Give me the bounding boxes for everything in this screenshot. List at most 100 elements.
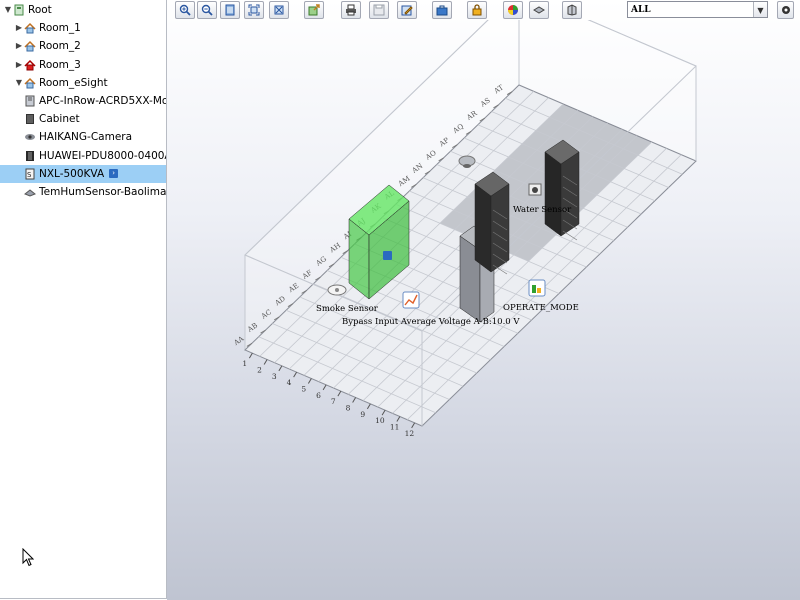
toolbox-icon (436, 5, 448, 16)
fit-view-icon (248, 4, 260, 16)
toolbox-button[interactable] (432, 1, 452, 19)
column-label: 12 (405, 429, 415, 438)
tree-item-temhumsensor-baolima-ws[interactable]: TemHumSensor-Baolima-WS (0, 183, 166, 201)
tree-item-label: Room_eSight (39, 76, 108, 89)
device-tree[interactable]: ▼ Root ▶ Room_1 ▶ Room_2 ▶ Room_3 ▼ Room_eSight AP… (0, 0, 167, 599)
column-tick (396, 416, 401, 422)
tree-item-label: Room_1 (39, 22, 81, 35)
column-label: 7 (331, 397, 336, 406)
save-icon (373, 4, 385, 16)
collapse-toggle-icon[interactable]: ▼ (14, 78, 24, 88)
tree-item-room-2[interactable]: ▶ Room_2 (0, 37, 166, 55)
edit-icon (401, 5, 413, 16)
tree-item-room-1[interactable]: ▶ Room_1 (0, 19, 166, 37)
row-label: AA (232, 334, 246, 347)
tree-item-label: Root (28, 4, 52, 16)
root-icon (14, 4, 24, 16)
camera-icon (25, 134, 35, 141)
detail-arrow-icon[interactable]: › (109, 169, 119, 179)
mouse-cursor-icon (22, 548, 34, 567)
tree-item-haikang-camera[interactable]: HAIKANG-Camera (0, 128, 166, 146)
floor-select-value: ALL (631, 4, 651, 15)
selection-detail-badge-icon[interactable] (383, 251, 392, 260)
tree-item-room-3[interactable]: ▶ Room_3 (0, 56, 166, 74)
dark-cabinet-right[interactable] (544, 139, 580, 237)
zoom-in-button[interactable] (175, 1, 195, 19)
tree-item-apc-inrow-acrd5xx-modb[interactable]: APC-InRow-ACRD5XX-Modb (0, 92, 166, 110)
collapse-toggle-icon[interactable]: ▼ (3, 5, 13, 15)
column-tick (337, 390, 342, 397)
water-sensor-label: Water Sensor (513, 205, 572, 215)
column-tick (411, 422, 416, 429)
expand-toggle-icon[interactable]: ▶ (14, 41, 24, 51)
voltage-chart-icon[interactable] (402, 291, 420, 309)
print-icon (346, 4, 356, 16)
room-alarm-icon (24, 59, 36, 71)
export-icon (308, 4, 320, 16)
pin-button[interactable] (777, 1, 794, 19)
box-front (560, 151, 580, 237)
tree-item-label: TemHumSensor-Baolima-WS (39, 186, 166, 198)
operate-mode-bar (532, 285, 536, 293)
tree-item-label: HUAWEI-PDU8000-0400ACV (39, 149, 166, 162)
edit-button[interactable] (397, 1, 417, 19)
column-label: 3 (272, 372, 277, 381)
tree-item-root[interactable]: ▼ Root (0, 1, 166, 19)
operate-mode-bar (537, 288, 541, 293)
ac-unit-icon (25, 95, 35, 107)
room-icon (24, 23, 36, 34)
pin-icon (781, 6, 790, 14)
dark-cabinet-left[interactable] (474, 171, 510, 273)
tree-item-label: NXL-500KVA (39, 167, 105, 180)
save-button[interactable] (369, 1, 389, 19)
floor-select[interactable]: ALL ▼ (627, 1, 768, 18)
camera-lens (463, 164, 471, 168)
column-tick (352, 397, 357, 403)
tree-item-nxl-500kva[interactable]: S NXL-500KVA › (0, 164, 166, 183)
lock-button[interactable] (467, 1, 487, 19)
tree-item-label: Room_3 (39, 58, 81, 71)
tree-item-label: HAIKANG-Camera (39, 131, 133, 144)
column-label: 9 (360, 410, 365, 419)
column-tick (278, 365, 283, 372)
front-view-button[interactable] (220, 1, 240, 19)
column-tick (322, 384, 327, 391)
room-3d-scene[interactable]: AAABACADAEAFAGAHAIAJAKALAMANAOAPAQARASAT… (167, 20, 800, 600)
smoke-sensor-label: Smoke Sensor (316, 304, 379, 314)
chevron-down-icon[interactable]: ▼ (753, 2, 767, 17)
3d-view-panel[interactable]: ALL ▼ AAABACADAEAFAGAHAIAJAKALAMANAOAPAQA… (167, 0, 800, 600)
reset-view-icon (274, 5, 284, 15)
zoom-out-button[interactable] (197, 1, 217, 19)
reset-view-button[interactable] (269, 1, 289, 19)
export-button[interactable] (304, 1, 324, 19)
operate-mode-label: OPERATE_MODE (503, 303, 579, 313)
column-label: 11 (390, 423, 400, 432)
sensor-icon (24, 189, 36, 197)
fit-view-button[interactable] (244, 1, 264, 19)
pdu-icon (26, 150, 34, 161)
color-button[interactable] (503, 1, 523, 19)
water-sensor-dot (532, 187, 538, 193)
expand-toggle-icon[interactable]: ▶ (14, 60, 24, 70)
expand-toggle-icon[interactable]: ▶ (14, 23, 24, 33)
tree-item-label: APC-InRow-ACRD5XX-Modb (39, 95, 166, 107)
ups-icon: S (25, 168, 35, 180)
column-tick (293, 371, 298, 378)
cabinet-icon (26, 114, 34, 125)
box-side (474, 183, 492, 273)
column-label: 6 (316, 391, 321, 400)
wall-view-button[interactable] (562, 1, 582, 19)
column-label: 10 (375, 416, 385, 425)
tree-item-cabinet[interactable]: Cabinet (0, 110, 166, 128)
smoke-sensor-dot (335, 288, 339, 292)
room-icon (24, 41, 36, 52)
column-tick (263, 359, 268, 365)
wall-icon (567, 4, 577, 16)
floor-view-button[interactable] (529, 1, 549, 19)
print-button[interactable] (341, 1, 361, 19)
tree-item-huawei-pdu8000-0400acv[interactable]: HUAWEI-PDU8000-0400ACV (0, 147, 166, 165)
tree-item-room-esight[interactable]: ▼ Room_eSight (0, 74, 166, 92)
svg-text:S: S (27, 171, 32, 179)
column-label: 1 (242, 359, 247, 368)
column-label: 4 (287, 378, 292, 387)
